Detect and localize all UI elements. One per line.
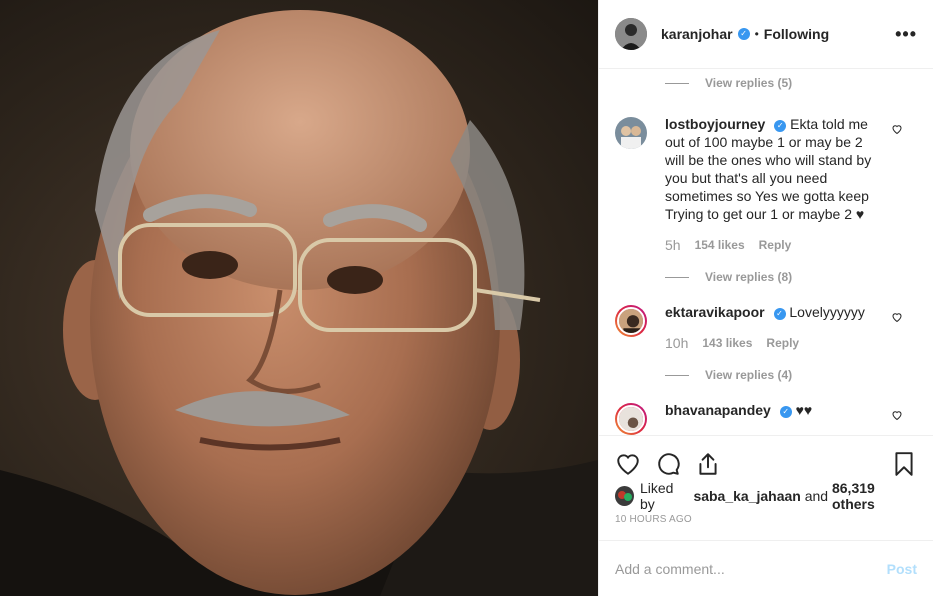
comment-item: ektaravikapoor ✓ Lovelyyyyyy 10h 143 lik…: [599, 303, 933, 351]
commenter-avatar[interactable]: [615, 305, 647, 337]
post-timestamp[interactable]: 10 HOURS AGO: [615, 514, 917, 532]
comment-item: lostboyjourney ✓ Ekta told me out of 100…: [599, 115, 933, 253]
comment-likes[interactable]: 143 likes: [702, 336, 752, 350]
separator-dot: •: [754, 27, 759, 41]
liked-by-summary: Liked by saba_ka_jahaan and 86,319 other…: [615, 480, 917, 512]
liked-by-joiner: and: [804, 488, 829, 504]
liked-by-others[interactable]: 86,319 others: [832, 480, 917, 512]
view-replies-button[interactable]: View replies (5): [599, 71, 933, 95]
verified-badge-icon: ✓: [737, 28, 750, 40]
view-replies-label: View replies (8): [705, 270, 793, 284]
comment-input[interactable]: [615, 560, 887, 577]
following-button[interactable]: Following: [764, 26, 829, 42]
commenter-avatar[interactable]: [615, 403, 647, 435]
comment-username[interactable]: ektaravikapoor: [665, 304, 765, 320]
like-heart-icon[interactable]: [615, 451, 641, 477]
post-photo[interactable]: [0, 0, 598, 596]
verified-badge-icon: ✓: [773, 308, 786, 320]
share-icon[interactable]: [695, 451, 721, 477]
comment-bubble-icon[interactable]: [655, 451, 681, 477]
comment-username[interactable]: bhavanapandey: [665, 402, 771, 418]
author-avatar[interactable]: [615, 18, 647, 50]
post-actions: Liked by saba_ka_jahaan and 86,319 other…: [599, 435, 933, 532]
replies-line: [665, 374, 689, 376]
verified-badge-icon: ✓: [779, 406, 792, 418]
reply-button[interactable]: Reply: [766, 336, 799, 350]
reply-button[interactable]: Reply: [759, 238, 792, 252]
view-replies-label: View replies (5): [705, 76, 793, 90]
verified-badge-icon: ✓: [774, 120, 787, 132]
like-comment-heart-icon[interactable]: [891, 409, 903, 421]
author-username[interactable]: karanjohar: [661, 26, 733, 42]
like-comment-heart-icon[interactable]: [891, 123, 903, 135]
add-comment-bar: Post: [599, 540, 933, 596]
comment-likes[interactable]: 154 likes: [695, 238, 745, 252]
view-replies-label: View replies (4): [705, 368, 793, 382]
post-modal: karanjohar ✓ • Following ••• View replie…: [0, 0, 933, 596]
commenter-avatar[interactable]: [615, 117, 647, 149]
replies-line: [665, 276, 689, 278]
more-options-icon[interactable]: •••: [895, 24, 917, 45]
bookmark-save-icon[interactable]: [891, 451, 917, 477]
replies-line: [665, 82, 689, 84]
comment-time[interactable]: 10h: [665, 335, 688, 351]
comment-text: ♥♥: [795, 402, 813, 418]
post-header: karanjohar ✓ • Following •••: [599, 0, 933, 69]
liker-avatar[interactable]: [615, 486, 634, 506]
post-side-panel: karanjohar ✓ • Following ••• View replie…: [598, 0, 933, 596]
view-replies-button[interactable]: View replies (8): [599, 265, 933, 289]
comments-list[interactable]: View replies (5) lostboyjourney ✓ Ekta t…: [599, 69, 933, 435]
liked-by-user[interactable]: saba_ka_jahaan: [693, 488, 800, 504]
comment-username[interactable]: lostboyjourney: [665, 116, 765, 132]
portrait-image: [0, 10, 598, 596]
comment-time[interactable]: 5h: [665, 237, 681, 253]
liked-by-prefix: Liked by: [640, 480, 674, 512]
comment-item: bhavanapandey ✓ ♥♥: [599, 401, 933, 435]
comment-text: Lovelyyyyyy: [789, 304, 865, 320]
post-comment-button[interactable]: Post: [887, 561, 917, 577]
view-replies-button[interactable]: View replies (4): [599, 363, 933, 387]
like-comment-heart-icon[interactable]: [891, 311, 903, 323]
